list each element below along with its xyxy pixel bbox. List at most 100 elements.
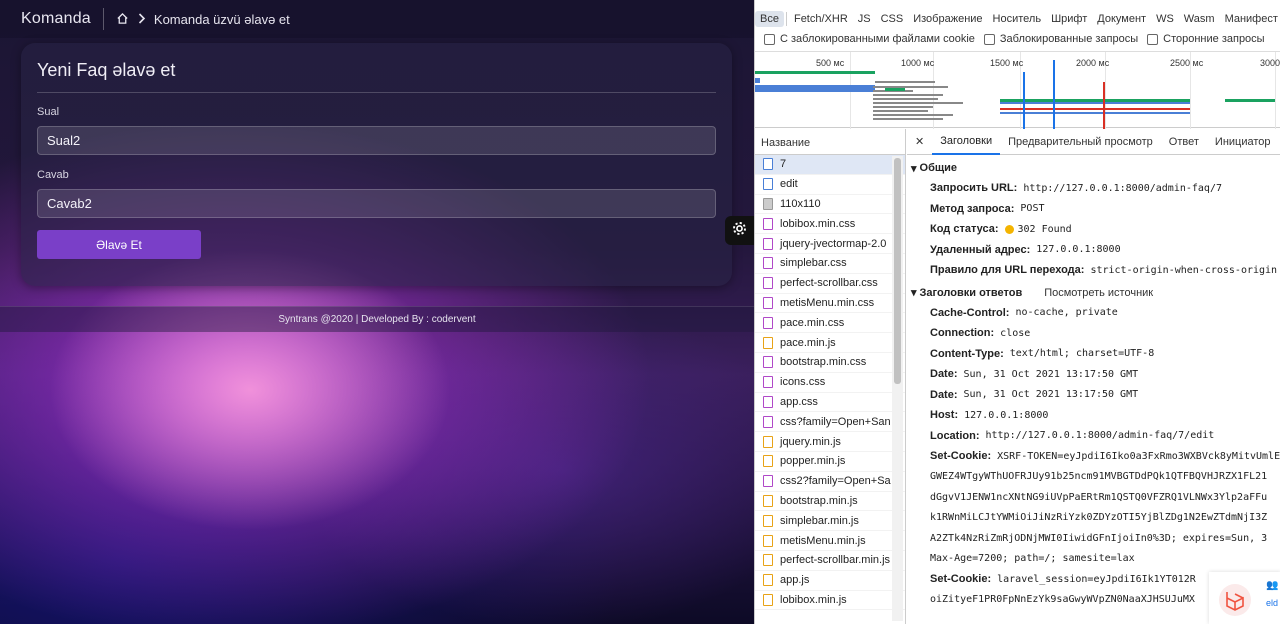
- request-row[interactable]: simplebar.css: [755, 254, 905, 274]
- request-row[interactable]: popper.min.js: [755, 452, 905, 472]
- header-value: no-cache, private: [1015, 307, 1118, 319]
- header-value: text/html; charset=UTF-8: [1009, 348, 1155, 360]
- triangle-down-icon: ▾: [911, 162, 917, 175]
- breadcrumb-current: Komanda üzvü əlavə et: [153, 11, 290, 27]
- request-row[interactable]: pace.min.css: [755, 313, 905, 334]
- request-row[interactable]: simplebar.min.js: [755, 511, 905, 532]
- request-list-scrollbar[interactable]: [892, 156, 903, 621]
- request-name: edit: [780, 178, 798, 191]
- header-key: Запросить URL:: [930, 182, 1018, 195]
- request-row[interactable]: perfect-scrollbar.min.js: [755, 551, 905, 571]
- tab-headers[interactable]: Заголовки: [932, 129, 1001, 155]
- network-timeline[interactable]: 500 мс 1000 мс 1500 мс 2000 мс 2500 мс 3…: [755, 51, 1280, 129]
- request-name: jquery-jvectormap-2.0: [780, 237, 887, 250]
- request-row[interactable]: app.js: [755, 571, 905, 591]
- home-icon[interactable]: [116, 12, 130, 26]
- header-key: Content-Type:: [930, 347, 1004, 360]
- checkbox-label: С заблокированными файлами cookie: [780, 33, 975, 45]
- request-name: popper.min.js: [780, 455, 846, 468]
- filter-image[interactable]: Изображение: [908, 11, 987, 27]
- filter-css[interactable]: CSS: [876, 11, 909, 27]
- request-list: Название 7 edit 110x110 lobibox.min.css jque…: [755, 129, 906, 624]
- header-value: close: [1000, 327, 1031, 339]
- request-name: simplebar.css: [780, 257, 847, 270]
- request-name: pace.min.css: [780, 316, 845, 329]
- request-row[interactable]: jquery-jvectormap-2.0: [755, 234, 905, 254]
- request-row[interactable]: 110x110: [755, 195, 905, 215]
- general-header-row: Удаленный адрес: 127.0.0.1:8000: [907, 240, 1280, 261]
- request-row[interactable]: metisMenu.min.css: [755, 294, 905, 314]
- close-details-icon[interactable]: ✕: [907, 129, 932, 155]
- request-row[interactable]: css?family=Open+San: [755, 412, 905, 433]
- blocked-requests-checkbox[interactable]: Заблокированные запросы: [983, 33, 1139, 45]
- request-row[interactable]: metisMenu.min.js: [755, 531, 905, 551]
- settings-gear-button[interactable]: [725, 216, 754, 245]
- file-list: 7 edit 110x110 lobibox.min.css jquery-jvecto…: [755, 155, 905, 611]
- img-file-icon: [763, 197, 773, 210]
- question-input[interactable]: [37, 126, 716, 155]
- filter-doc[interactable]: Документ: [1092, 11, 1151, 27]
- request-row[interactable]: lobibox.min.css: [755, 214, 905, 235]
- tab-response[interactable]: Ответ: [1161, 129, 1207, 155]
- request-row[interactable]: perfect-scrollbar.css: [755, 274, 905, 294]
- request-row[interactable]: icons.css: [755, 373, 905, 393]
- header-value: Sun, 31 Oct 2021 13:17:50 GMT: [963, 368, 1139, 380]
- submit-button[interactable]: Əlavə Et: [37, 230, 201, 259]
- request-name: app.css: [780, 395, 818, 408]
- js-file-icon: [763, 593, 773, 606]
- general-section-toggle[interactable]: ▾ Общие: [907, 158, 1280, 178]
- tab-initiator[interactable]: Инициатор: [1207, 129, 1279, 155]
- header-key: Код статуса:: [930, 223, 999, 236]
- request-row[interactable]: css2?family=Open+Sa: [755, 472, 905, 492]
- request-row[interactable]: bootstrap.min.js: [755, 492, 905, 512]
- checkbox-label: Сторонние запросы: [1163, 33, 1265, 45]
- general-header-row: Код статуса: 302 Found: [907, 219, 1280, 240]
- request-row[interactable]: pace.min.js: [755, 333, 905, 353]
- header-value-continuation: Max-Age=7200; path=/; samesite=lax: [930, 553, 1135, 565]
- css-file-icon: [763, 217, 773, 230]
- css-file-icon: [763, 277, 773, 290]
- tab-preview[interactable]: Предварительный просмотр: [1000, 129, 1161, 155]
- top-bar: Komanda Komanda üzvü əlavə et: [0, 0, 754, 38]
- header-key: Удаленный адрес:: [930, 243, 1031, 256]
- view-source-link[interactable]: Посмотреть источник: [1044, 287, 1153, 299]
- request-name: pace.min.js: [780, 336, 836, 349]
- request-row[interactable]: bootstrap.min.css: [755, 353, 905, 373]
- filter-manifest[interactable]: Манифест: [1220, 11, 1280, 27]
- header-value: Sun, 31 Oct 2021 13:17:50 GMT: [963, 389, 1139, 401]
- blocked-cookies-checkbox[interactable]: С заблокированными файлами cookie: [764, 33, 975, 45]
- header-key: Date:: [930, 388, 958, 401]
- request-row[interactable]: jquery.min.js: [755, 432, 905, 452]
- laravel-debug-widget[interactable]: 👥 eld: [1209, 572, 1280, 624]
- doc-file-icon: [763, 158, 773, 171]
- request-row[interactable]: edit: [755, 175, 905, 195]
- checkbox-label: Заблокированные запросы: [999, 33, 1139, 45]
- response-headers-toggle[interactable]: ▾ Заголовки ответов Посмотреть источник: [907, 283, 1280, 303]
- header-key: Cache-Control:: [930, 306, 1010, 319]
- header-value: XSRF-TOKEN=eyJpdiI6Iko0a3FxRmo3WXBVck8yM…: [997, 450, 1280, 462]
- question-label: Sual: [37, 106, 60, 118]
- name-column-header[interactable]: Название: [755, 129, 905, 155]
- request-name: metisMenu.min.js: [780, 534, 866, 547]
- filter-fetch-xhr[interactable]: Fetch/XHR: [789, 11, 853, 27]
- request-name: lobibox.min.css: [780, 217, 856, 230]
- filter-ws[interactable]: WS: [1151, 11, 1179, 27]
- filter-font[interactable]: Шрифт: [1046, 11, 1092, 27]
- third-party-checkbox[interactable]: Сторонние запросы: [1147, 33, 1265, 45]
- filter-media[interactable]: Носитель: [988, 11, 1047, 27]
- js-file-icon: [763, 336, 773, 349]
- chevron-right-icon: [138, 12, 146, 27]
- brand-logo-text[interactable]: Komanda: [21, 10, 91, 28]
- css-file-icon: [763, 296, 773, 309]
- filter-wasm[interactable]: Wasm: [1179, 11, 1220, 27]
- filter-js[interactable]: JS: [853, 11, 876, 27]
- request-name: jquery.min.js: [780, 435, 841, 448]
- request-row[interactable]: lobibox.min.js: [755, 591, 905, 611]
- filter-all[interactable]: Все: [755, 11, 784, 27]
- answer-input[interactable]: [37, 189, 716, 218]
- scrollbar-thumb[interactable]: [894, 158, 901, 384]
- header-value-continuation: k1RWnMiLCJtYWMiOiJiNzRiYzk0ZDYzOTI5YjBlZ…: [930, 512, 1268, 524]
- request-row[interactable]: 7: [755, 155, 905, 175]
- divider: [37, 92, 716, 93]
- request-row[interactable]: app.css: [755, 393, 905, 413]
